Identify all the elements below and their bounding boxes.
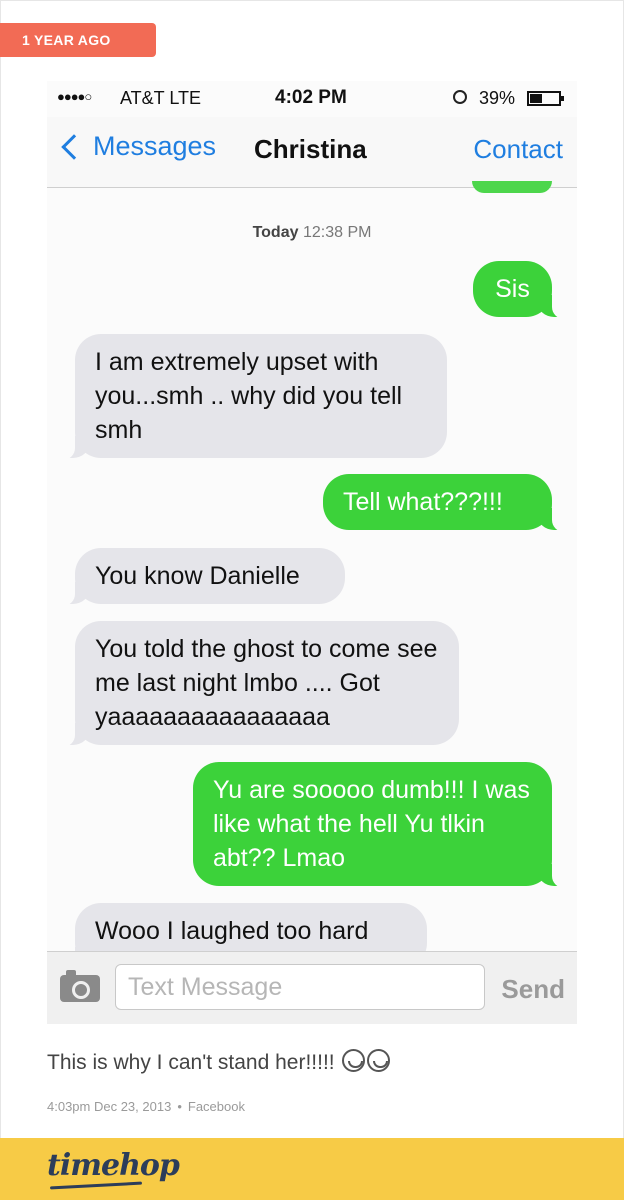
sent-message-bubble: Tell what???!!! <box>323 474 574 532</box>
message-screenshot: ●●●●○ AT&T LTE 4:02 PM 39% Messages Chri… <box>47 81 577 1024</box>
post-caption: This is why I can't stand her!!!!! <box>47 1049 391 1075</box>
previous-message-bubble <box>472 181 552 193</box>
sent-message-bubble: Sis <box>473 261 574 319</box>
battery-percent: 39% <box>479 88 516 108</box>
camera-icon[interactable] <box>60 970 100 1002</box>
back-label: Messages <box>93 131 217 161</box>
caption-text: This is why I can't stand her!!!!! <box>47 1051 335 1074</box>
laughing-emoji-icon <box>342 1049 366 1072</box>
post-meta: 4:03pm Dec 23, 2013 • Facebook <box>47 1099 245 1114</box>
status-time: 4:02 PM <box>275 87 347 108</box>
received-message-bubble: You told the ghost to come see me last n… <box>53 621 459 747</box>
post-source-link[interactable]: Facebook <box>188 1099 245 1114</box>
timestamp-day: Today <box>252 224 299 241</box>
post-date: 4:03pm Dec 23, 2013 <box>47 1099 172 1114</box>
timestamp-time: 12:38 PM <box>302 224 372 241</box>
signal-strength-icon: ●●●●○ <box>57 89 92 104</box>
sent-message-bubble: Yu are sooooo dumb!!! I was like what th… <box>193 762 574 888</box>
thread-timestamp: Today 12:38 PM <box>47 224 577 242</box>
carrier-label: AT&T LTE <box>120 88 202 108</box>
received-message-bubble: I am extremely upset with you...smh .. w… <box>53 334 447 460</box>
message-composer: Text Message Send <box>47 951 577 1024</box>
battery-icon <box>527 91 564 106</box>
conversation-title: Christina <box>254 134 367 164</box>
timehop-logo: timehop <box>47 1148 180 1183</box>
status-bar: ●●●●○ AT&T LTE 4:02 PM 39% <box>47 81 577 117</box>
laughing-emoji-icon <box>367 1049 391 1072</box>
rotation-lock-icon <box>453 90 467 104</box>
year-ago-badge: 1 YEAR AGO <box>0 23 156 57</box>
back-to-messages-button[interactable]: Messages <box>57 131 216 162</box>
send-button[interactable]: Send <box>501 974 565 1005</box>
chevron-left-icon <box>61 133 87 160</box>
footer-bar: timehop <box>0 1138 624 1200</box>
contact-button[interactable]: Contact <box>473 134 563 165</box>
conversation-nav-bar: Messages Christina Contact <box>47 117 577 188</box>
text-message-input[interactable]: Text Message <box>115 964 485 1010</box>
received-message-bubble: You know Danielle <box>53 548 345 606</box>
meta-separator: • <box>177 1099 182 1114</box>
